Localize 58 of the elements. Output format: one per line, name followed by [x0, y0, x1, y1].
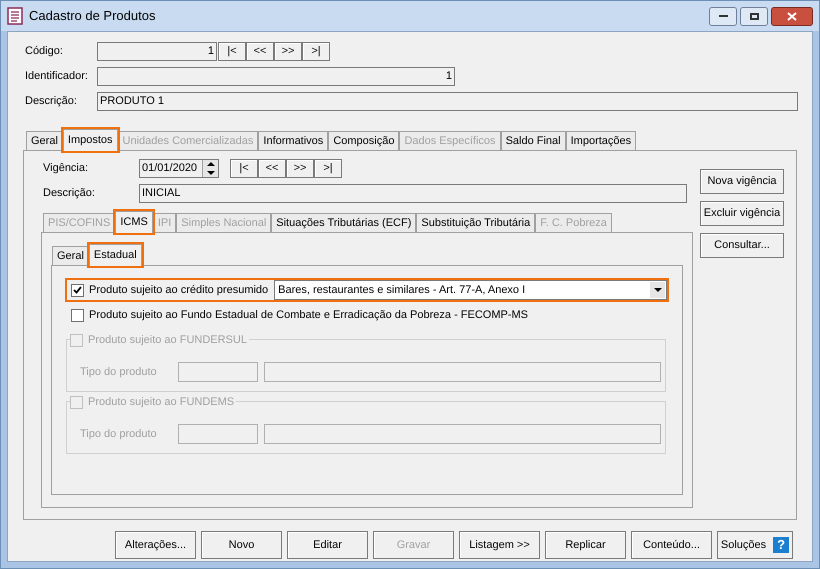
action-button[interactable]: Replicar — [545, 531, 626, 559]
help-icon: ? — [773, 537, 790, 553]
tab[interactable]: Situações Tributárias (ECF) — [271, 213, 416, 232]
name-field[interactable] — [264, 424, 661, 444]
maximize-button[interactable] — [740, 6, 768, 26]
field-label: Descrição: — [25, 94, 78, 110]
field-label: Tipo do produto — [80, 364, 158, 380]
action-button[interactable]: Editar — [287, 531, 368, 559]
text-field[interactable]: 1 — [97, 67, 455, 86]
tab[interactable]: Informativos — [258, 131, 328, 150]
dropdown[interactable]: Bares, restaurantes e similares - Art. 77-A, Anexo I — [274, 280, 667, 300]
field-label: Descrição: — [43, 186, 96, 202]
help-button[interactable]: Soluções ? — [717, 531, 793, 559]
tab[interactable]: Geral — [52, 246, 89, 265]
tab[interactable]: Composição — [328, 131, 400, 150]
nav-button[interactable]: |< — [230, 159, 258, 178]
action-button[interactable]: Conteúdo... — [631, 531, 712, 559]
text-field[interactable]: PRODUTO 1 — [97, 92, 798, 111]
field-label: Tipo do produto — [80, 426, 158, 442]
close-button[interactable] — [771, 6, 813, 26]
text-field[interactable]: 1 — [97, 42, 217, 61]
tab[interactable]: Impostos — [62, 129, 118, 151]
field-label: Vigência: — [43, 161, 90, 176]
close-icon — [787, 12, 797, 20]
tab[interactable]: Importações — [566, 131, 636, 150]
tab[interactable]: ICMS — [115, 211, 153, 233]
field-label: Identificador: — [25, 69, 89, 84]
side-button[interactable]: Nova vigência — [700, 169, 784, 194]
action-button[interactable]: Listagem >> — [459, 531, 540, 559]
nav-button[interactable]: >> — [274, 42, 302, 61]
document-icon — [7, 7, 23, 25]
checkbox[interactable] — [71, 284, 84, 296]
action-button[interactable]: Novo — [201, 531, 282, 559]
description-field[interactable]: INICIAL — [139, 184, 687, 203]
field-label: Código: — [25, 44, 64, 60]
tab[interactable]: Geral — [26, 131, 63, 150]
nav-button[interactable]: >| — [302, 42, 330, 61]
action-button[interactable]: Alterações... — [115, 531, 196, 559]
checkbox[interactable] — [71, 308, 84, 322]
code-field[interactable] — [178, 424, 258, 444]
nav-button[interactable]: >> — [286, 159, 314, 178]
nav-button[interactable]: << — [246, 42, 274, 61]
window-title: Cadastro de Produtos — [29, 7, 156, 26]
checkbox-label: Produto sujeito ao Fundo Estadual de Combate e Erradicação da Pobreza - FECOMP-MS — [89, 308, 528, 323]
checkbox-label: Produto sujeito ao FUNDERSUL — [88, 333, 247, 348]
side-button[interactable]: Consultar... — [700, 233, 784, 258]
tab[interactable]: Saldo Final — [500, 131, 566, 150]
side-button[interactable]: Excluir vigência — [700, 201, 784, 226]
nav-button[interactable]: |< — [218, 42, 246, 61]
checkbox-label: Produto sujeito ao FUNDEMS — [88, 395, 234, 410]
minimize-button[interactable] — [709, 6, 737, 26]
code-field[interactable] — [178, 362, 258, 382]
tab[interactable]: Estadual — [88, 244, 142, 266]
nav-button[interactable]: << — [258, 159, 286, 178]
name-field[interactable] — [264, 362, 661, 382]
tab[interactable]: Substituição Tributária — [416, 213, 536, 232]
nav-button[interactable]: >| — [314, 159, 342, 178]
checkbox-label: Produto sujeito ao crédito presumido — [89, 282, 268, 298]
